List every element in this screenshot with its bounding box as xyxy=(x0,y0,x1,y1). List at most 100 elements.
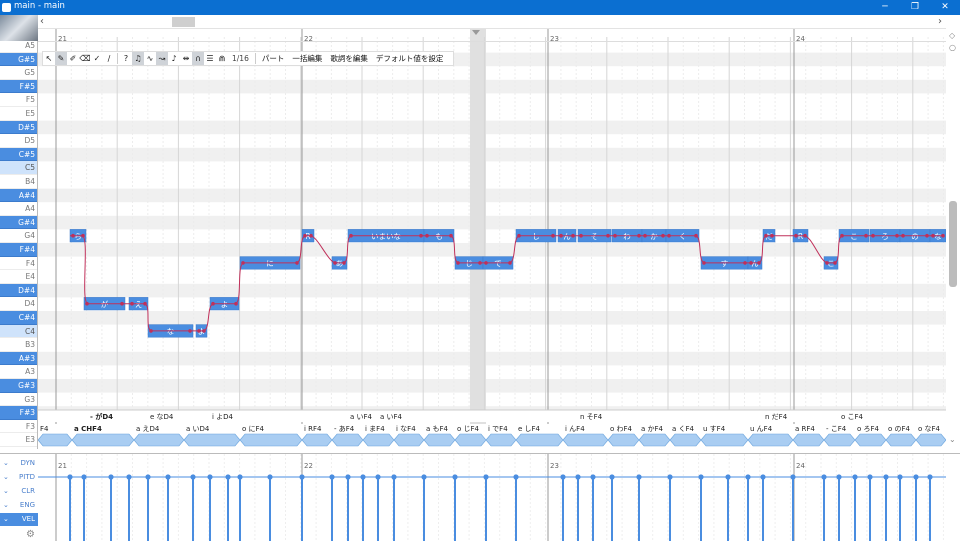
lyric-mode-icon[interactable]: ⋒ xyxy=(216,52,228,65)
velocity-handle[interactable] xyxy=(108,474,114,480)
scroll-thumb[interactable] xyxy=(172,17,195,27)
velocity-handle[interactable] xyxy=(81,474,87,480)
phoneme-envelope[interactable] xyxy=(747,433,794,447)
pitch-point[interactable] xyxy=(770,233,774,238)
piano-key[interactable]: D#4 xyxy=(0,283,37,298)
phoneme-label[interactable]: i RF4 xyxy=(304,425,322,433)
phoneme-label[interactable]: a かF4 xyxy=(641,425,664,433)
velocity-handle[interactable] xyxy=(126,474,132,480)
velocity-handle[interactable] xyxy=(575,474,581,480)
velocity-handle[interactable] xyxy=(345,474,351,480)
phoneme-label[interactable]: n だF4 xyxy=(765,413,788,421)
pitch-point[interactable] xyxy=(211,301,215,306)
pitch-point[interactable] xyxy=(840,233,844,238)
pitch-point[interactable] xyxy=(579,233,583,238)
minimize-button[interactable]: ─ xyxy=(870,0,900,15)
pitch-point[interactable] xyxy=(508,261,512,265)
piano-key[interactable]: A5 xyxy=(0,41,37,53)
piano-key[interactable]: A3 xyxy=(0,365,37,379)
piano-key[interactable]: F5 xyxy=(0,93,37,107)
velocity-lane[interactable]: 21 22 23 24 xyxy=(38,454,946,541)
velocity-handle[interactable] xyxy=(237,474,243,480)
piano-key[interactable]: G#3 xyxy=(0,379,37,393)
vertical-scroll-thumb[interactable] xyxy=(949,201,957,287)
pitch-point[interactable] xyxy=(833,261,837,265)
velocity-handle[interactable] xyxy=(927,474,933,480)
phoneme-envelope[interactable] xyxy=(885,433,917,447)
toolbar-menu-item[interactable]: パート xyxy=(258,53,289,64)
velocity-handle[interactable] xyxy=(67,474,73,480)
pitch-point[interactable] xyxy=(202,329,206,333)
phoneme-label[interactable]: a もF4 xyxy=(426,425,449,433)
pen-plus-tool-icon[interactable]: ✐ xyxy=(67,52,79,65)
pitch-point[interactable] xyxy=(143,301,147,306)
phoneme-envelope[interactable] xyxy=(423,433,456,447)
expression-tab-eng[interactable]: ⌄ ENG xyxy=(0,499,38,512)
pitch-point[interactable] xyxy=(425,233,429,238)
maximize-button[interactable]: ❐ xyxy=(900,0,930,15)
piano-key[interactable]: B3 xyxy=(0,338,37,352)
piano-key[interactable]: C4 xyxy=(0,324,37,339)
phoneme-envelope[interactable] xyxy=(331,433,364,447)
piano-key[interactable]: G3 xyxy=(0,392,37,407)
piano-key[interactable]: F3 xyxy=(0,419,37,434)
pitch-point[interactable] xyxy=(551,233,555,238)
velocity-handle[interactable] xyxy=(883,474,889,480)
velocity-handle[interactable] xyxy=(745,474,751,480)
velocity-handle[interactable] xyxy=(145,474,151,480)
eraser-tool-icon[interactable]: ⌫ xyxy=(79,52,91,65)
pitch-point[interactable] xyxy=(478,261,482,265)
phoneme-envelope[interactable] xyxy=(183,433,241,447)
phoneme-envelope[interactable] xyxy=(562,433,609,447)
phoneme-label[interactable]: e しF4 xyxy=(518,425,541,433)
phoneme-envelope[interactable] xyxy=(607,433,640,447)
phoneme-label[interactable]: a くF4 xyxy=(672,425,695,433)
horizontal-scrollbar[interactable]: ‹ › xyxy=(38,15,946,29)
phoneme-label[interactable]: o わF4 xyxy=(610,425,633,433)
scroll-left-icon[interactable]: ‹ xyxy=(40,15,44,29)
pitch-point[interactable] xyxy=(120,301,124,306)
pitch-point[interactable] xyxy=(764,233,768,238)
phoneme-label[interactable]: o なF4 xyxy=(918,425,941,433)
pitch-point[interactable] xyxy=(197,329,201,333)
pitch-point[interactable] xyxy=(757,261,761,265)
phoneme-label[interactable]: i なF4 xyxy=(396,425,416,433)
note-canvas[interactable]: 21 22 23 24らが えな よよにRあいまいな もじ でしんそわかくす んだ Rこころのな-… xyxy=(38,29,946,449)
velocity-handle[interactable] xyxy=(329,474,335,480)
pitch-point[interactable] xyxy=(637,233,641,238)
velocity-handle[interactable] xyxy=(483,474,489,480)
pitch-point[interactable] xyxy=(517,233,521,238)
phoneme-label[interactable]: i まF4 xyxy=(365,425,385,433)
pitch-point[interactable] xyxy=(871,233,875,238)
pen-tool-icon[interactable]: ✎ xyxy=(55,52,67,65)
phoneme-envelope[interactable] xyxy=(71,433,135,447)
piano-roll-grid[interactable]: 21 22 23 24 らがえなよよに R あいまいなもじでしんそわかくすんだ R こころのな -… xyxy=(38,29,946,449)
piano-key[interactable]: G5 xyxy=(0,66,37,80)
toolbar-menu-item[interactable]: 歌詞を編集 xyxy=(326,53,372,64)
velocity-handle[interactable] xyxy=(299,474,305,480)
phoneme-label[interactable]: n そF4 xyxy=(580,413,603,421)
piano-key[interactable]: G4 xyxy=(0,229,37,243)
chevron-down-icon[interactable]: ⌄ xyxy=(3,471,9,484)
velocity-handle[interactable] xyxy=(698,474,704,480)
piano-key[interactable]: F4 xyxy=(0,256,37,271)
pitch-point[interactable] xyxy=(925,233,929,238)
piano-key[interactable]: G#5 xyxy=(0,52,37,67)
piano-key[interactable]: B4 xyxy=(0,175,37,189)
expression-tab-pitd[interactable]: ⌄ PITD xyxy=(0,471,38,484)
velocity-handle[interactable] xyxy=(590,474,596,480)
expression-canvas[interactable]: 21 22 23 24 xyxy=(38,454,946,541)
piano-key[interactable]: C5 xyxy=(0,161,37,175)
phoneme-envelope[interactable] xyxy=(854,433,887,447)
piano-key[interactable]: G#4 xyxy=(0,215,37,230)
velocity-handle[interactable] xyxy=(190,474,196,480)
piano-key[interactable]: F#5 xyxy=(0,79,37,94)
toolbar-menu-item[interactable]: 一括編集 xyxy=(288,53,326,64)
phoneme-envelope[interactable] xyxy=(454,433,487,447)
scroll-right-icon[interactable]: › xyxy=(938,15,942,29)
piano-key[interactable]: E5 xyxy=(0,107,37,121)
vibrato-icon[interactable]: ∿ xyxy=(144,52,156,65)
phoneme-icon[interactable]: ♪ xyxy=(168,52,180,65)
toolbar-menu-item[interactable]: デフォルト値を設定 xyxy=(372,53,448,64)
pitch-point[interactable] xyxy=(901,233,905,238)
